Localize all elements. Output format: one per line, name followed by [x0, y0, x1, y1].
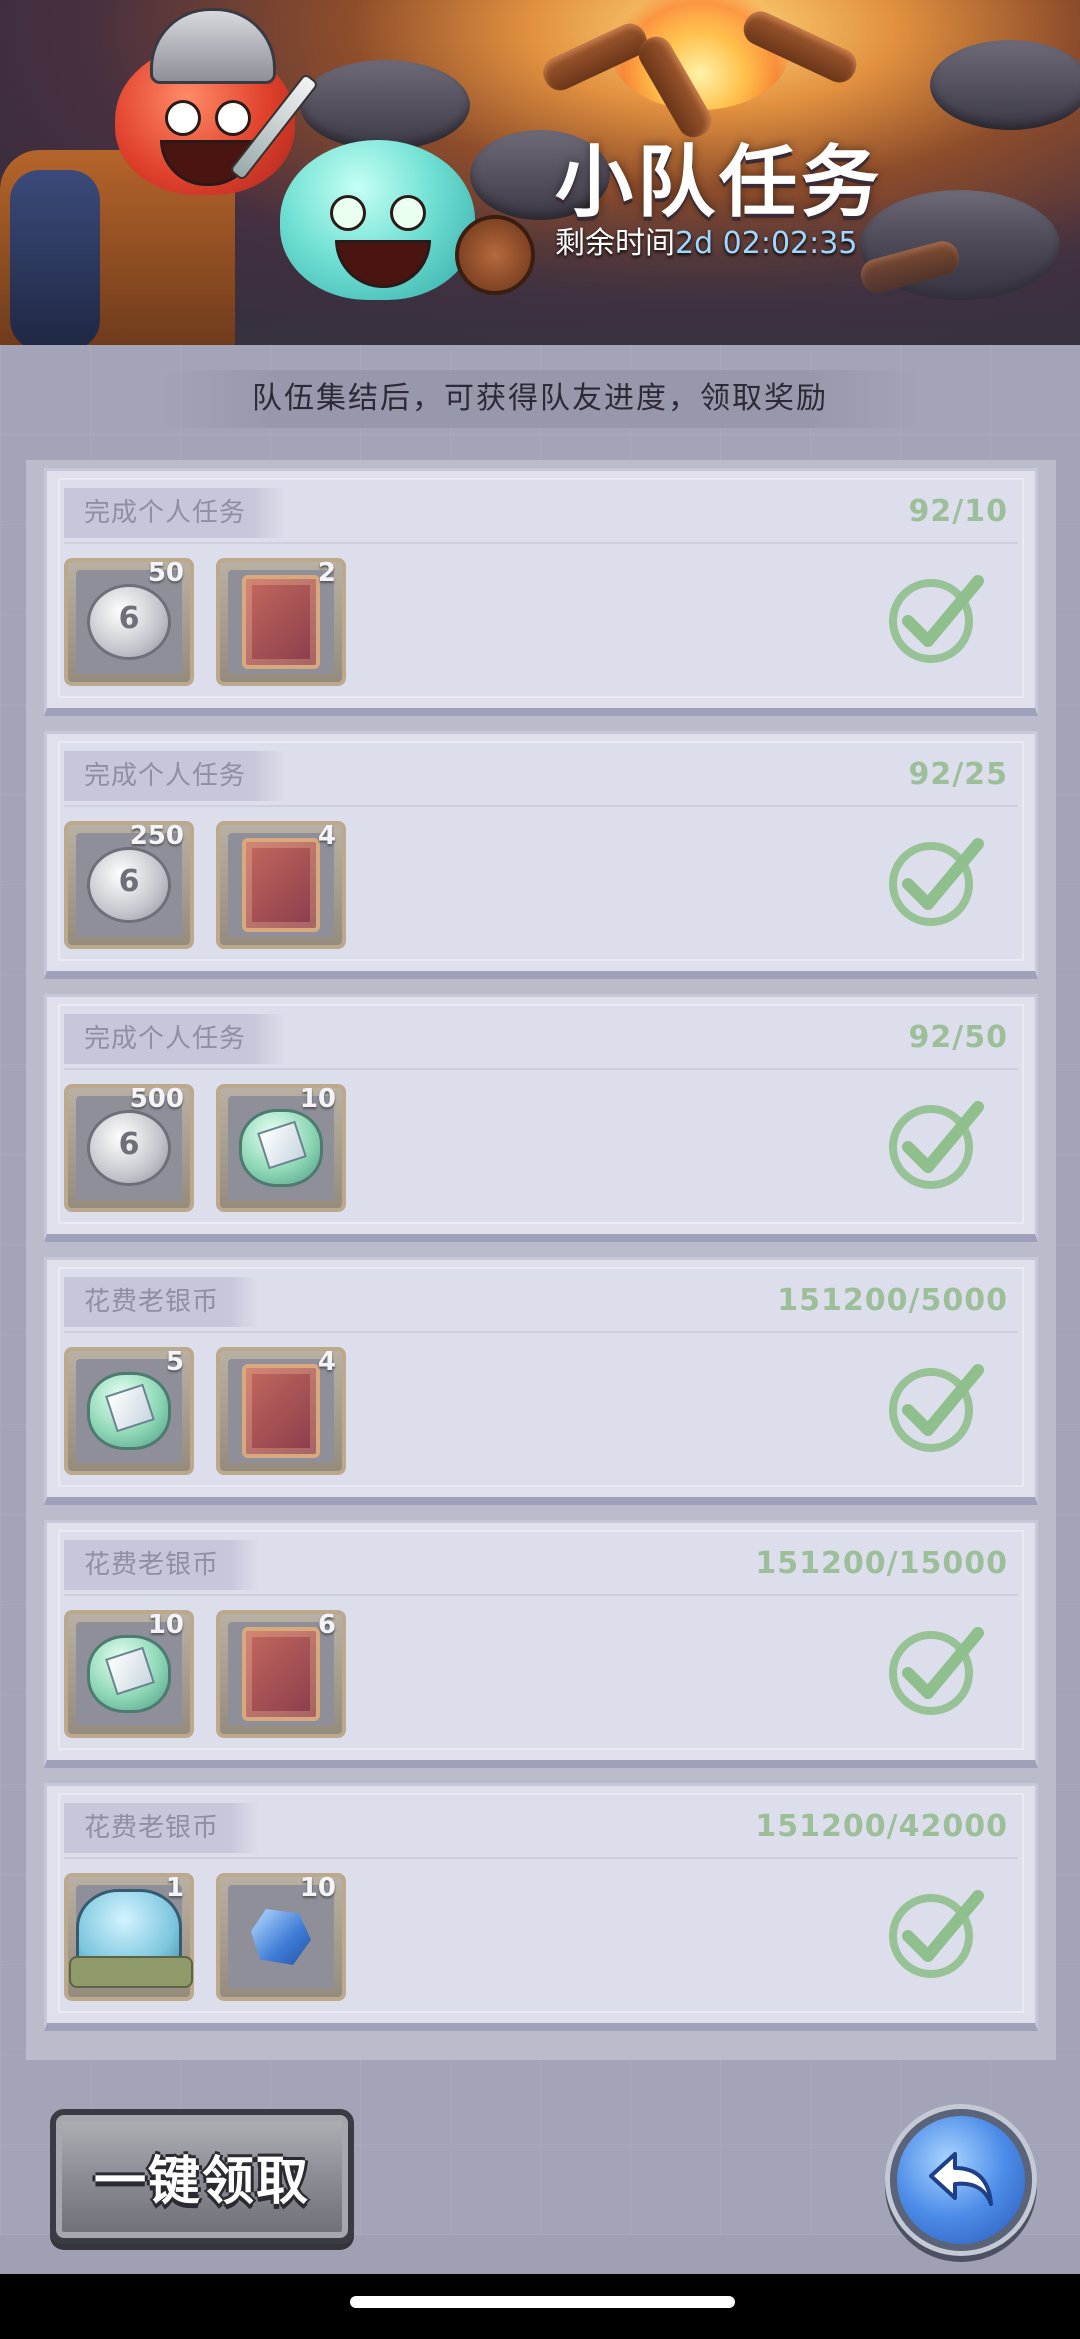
back-button[interactable]	[890, 2109, 1032, 2251]
completed-check-icon	[889, 838, 984, 926]
reward-qty: 2	[317, 558, 336, 588]
header-banner: 小队任务 剩余时间2d 02:02:35	[0, 0, 1080, 345]
task-card: 完成个人任务 92/50 500 10	[44, 994, 1038, 1242]
bottom-action-bar: 一键领取	[0, 2064, 1080, 2274]
page-title: 小队任务	[555, 138, 884, 228]
task-card: 花费老银币 151200/15000 10 6	[44, 1520, 1038, 1768]
task-panel: 队伍集结后，可获得队友进度，领取奖励 完成个人任务 92/10 50 2	[0, 345, 1080, 2235]
completed-check-icon	[889, 1890, 984, 1978]
reward-qty: 6	[317, 1610, 336, 1640]
silver-coin-icon	[87, 1110, 171, 1186]
green-gem-icon	[87, 1635, 171, 1713]
remaining-time-label: 剩余时间	[555, 226, 675, 261]
blue-slime-character	[280, 140, 475, 300]
silver-coin-icon	[87, 584, 171, 660]
rock	[930, 40, 1080, 130]
task-title: 花费老银币	[64, 1540, 260, 1590]
reward-qty: 10	[299, 1084, 336, 1114]
task-progress: 151200/5000	[777, 1283, 1008, 1318]
task-title: 完成个人任务	[64, 488, 287, 538]
reward-qty: 5	[165, 1347, 184, 1377]
reward-qty: 4	[317, 821, 336, 851]
card-pack-icon	[242, 1627, 320, 1721]
reward-item[interactable]: 4	[216, 821, 346, 949]
reward-item[interactable]: 10	[64, 1610, 194, 1738]
reward-item[interactable]: 250	[64, 821, 194, 949]
reward-item[interactable]: 50	[64, 558, 194, 686]
green-gem-icon	[87, 1372, 171, 1450]
completed-check-icon	[889, 1627, 984, 1715]
rock	[300, 60, 470, 150]
home-indicator[interactable]	[350, 2296, 735, 2308]
task-title: 完成个人任务	[64, 1014, 287, 1064]
task-title: 花费老银币	[64, 1277, 260, 1327]
reward-qty: 500	[129, 1084, 184, 1114]
reward-qty: 50	[147, 558, 184, 588]
back-arrow-icon	[929, 2152, 993, 2206]
shield-illustration	[455, 215, 535, 295]
remaining-time-value: 2d 02:02:35	[675, 226, 858, 261]
hint-text: 队伍集结后，可获得队友进度，领取奖励	[160, 370, 920, 428]
task-card: 花费老银币 151200/42000 1 10	[44, 1783, 1038, 2031]
reward-item[interactable]: 2	[216, 558, 346, 686]
card-pack-icon	[242, 1364, 320, 1458]
reward-item[interactable]: 4	[216, 1347, 346, 1475]
task-progress: 92/10	[908, 494, 1008, 529]
reward-qty: 10	[299, 1873, 336, 1903]
claim-all-label: 一键领取	[93, 2152, 310, 2212]
card-pack-icon	[242, 575, 320, 669]
card-pack-icon	[242, 838, 320, 932]
completed-check-icon	[889, 1364, 984, 1452]
completed-check-icon	[889, 1101, 984, 1189]
reward-item[interactable]: 500	[64, 1084, 194, 1212]
reward-item[interactable]: 10	[216, 1084, 346, 1212]
reward-qty: 250	[129, 821, 184, 851]
task-card: 完成个人任务 92/10 50 2	[44, 468, 1038, 716]
reward-item[interactable]: 1	[64, 1873, 194, 2001]
reward-qty: 4	[317, 1347, 336, 1377]
task-progress: 92/25	[908, 757, 1008, 792]
task-list[interactable]: 完成个人任务 92/10 50 2 完成个人任务 92/25	[26, 460, 1056, 2060]
reward-item[interactable]: 10	[216, 1873, 346, 2001]
pet-chest-icon	[69, 1889, 193, 1988]
knight-helmet	[150, 8, 276, 84]
claim-all-button[interactable]: 一键领取	[50, 2109, 354, 2244]
silver-coin-icon	[87, 847, 171, 923]
task-progress: 151200/15000	[755, 1546, 1008, 1581]
task-card: 完成个人任务 92/25 250 4	[44, 731, 1038, 979]
reward-item[interactable]: 6	[216, 1610, 346, 1738]
green-gem-icon	[239, 1109, 323, 1187]
task-title: 完成个人任务	[64, 751, 287, 801]
task-progress: 92/50	[908, 1020, 1008, 1055]
reward-item[interactable]: 5	[64, 1347, 194, 1475]
task-title: 花费老银币	[64, 1803, 260, 1853]
remaining-time: 剩余时间2d 02:02:35	[555, 218, 857, 262]
task-card: 花费老银币 151200/5000 5 4	[44, 1257, 1038, 1505]
system-home-bar	[0, 2274, 1080, 2339]
reward-qty: 1	[165, 1873, 184, 1903]
completed-check-icon	[889, 575, 984, 663]
task-progress: 151200/42000	[755, 1809, 1008, 1844]
reward-qty: 10	[147, 1610, 184, 1640]
